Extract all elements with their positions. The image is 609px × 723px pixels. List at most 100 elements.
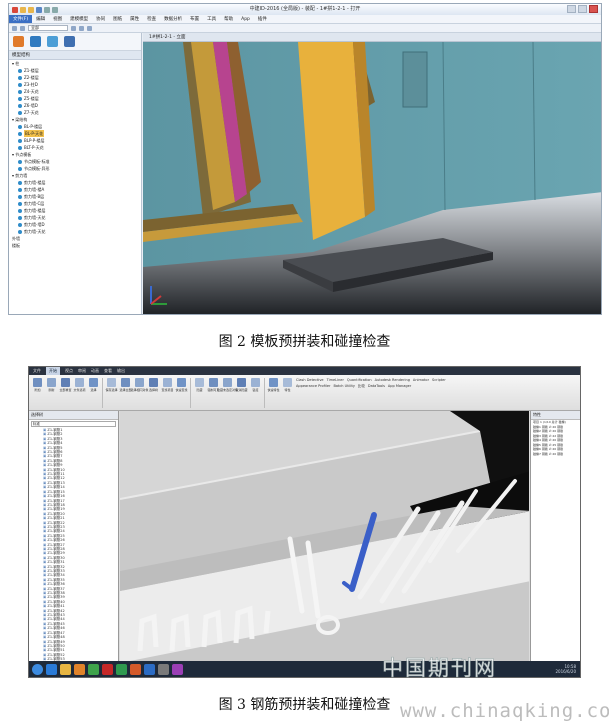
app-icon[interactable]	[172, 663, 183, 675]
ribbon-button[interactable]: 取消隐藏	[236, 378, 248, 392]
anchor-icon[interactable]	[30, 36, 41, 47]
select-icon[interactable]	[12, 25, 17, 31]
tree-item[interactable]: Z3-柱D	[12, 81, 141, 88]
tree-item[interactable]: 剪力墙-天花	[12, 214, 141, 221]
tree-item[interactable]: 外墙	[12, 235, 141, 242]
tree-item[interactable]: Z6-墙D	[12, 102, 141, 109]
tree-item[interactable]: 剪力墙-B层	[12, 193, 141, 200]
tree-item[interactable]: 剪力墙-墙D	[12, 221, 141, 228]
menu-item[interactable]: 布置	[186, 15, 203, 23]
ribbon-tab[interactable]: 文件	[33, 367, 41, 375]
fit-icon[interactable]	[87, 25, 92, 31]
ribbon-tool[interactable]: Clash Detective	[296, 378, 324, 383]
tree-item[interactable]: Z4-天花	[12, 88, 141, 95]
menu-item[interactable]: 检查	[143, 15, 160, 23]
ribbon-button[interactable]: 全部重置	[60, 378, 72, 392]
model-icon[interactable]	[13, 36, 24, 47]
tree-item[interactable]: 节点模板-标准	[12, 158, 141, 165]
ribbon-tool[interactable]: Appearance Profiler	[296, 384, 330, 389]
tree-item[interactable]: 剪力墙-楼A	[12, 186, 141, 193]
ribbon-tool[interactable]: Batch Utility	[333, 384, 354, 389]
tree-item[interactable]: BLT-P-天花	[12, 144, 141, 151]
maximize-button[interactable]	[578, 5, 587, 13]
ribbon-tab[interactable]: 动画	[91, 367, 99, 375]
start-icon[interactable]	[32, 663, 43, 675]
ribbon-button[interactable]: 保存选择	[106, 378, 118, 392]
menu-item[interactable]: 视图	[49, 15, 66, 23]
ribbon-tool[interactable]: App Manager	[388, 384, 411, 389]
ribbon-button[interactable]: 选择树	[148, 378, 159, 392]
tool-icon[interactable]	[158, 663, 169, 675]
ribbon-tool[interactable]: Animator	[413, 378, 429, 383]
folder-icon[interactable]	[60, 663, 71, 675]
ribbon-button[interactable]: 特性	[282, 378, 293, 392]
menu-item[interactable]: 协同	[92, 15, 109, 23]
ribbon-button[interactable]: 刷新	[46, 378, 57, 392]
tree-item[interactable]: 剪力墙-C层	[12, 200, 141, 207]
filter-dropdown[interactable]: 全部	[28, 25, 68, 31]
menu-item[interactable]: 建模模型	[66, 15, 92, 23]
ribbon-tool[interactable]: Scripter	[432, 378, 446, 383]
ribbon-button[interactable]: 查找项目	[162, 378, 174, 392]
rebar-3d-viewport[interactable]	[120, 411, 529, 661]
tree-item[interactable]: BLP-P-楼层	[12, 137, 141, 144]
tree-item[interactable]: Z7-天花	[12, 109, 141, 116]
office-icon[interactable]	[130, 663, 141, 675]
tree-item[interactable]: BL-P-楼层	[12, 123, 141, 130]
ribbon-button[interactable]: 附加	[32, 378, 43, 392]
revit-icon[interactable]	[144, 663, 155, 675]
tree-item[interactable]: ▾ 柱	[12, 60, 141, 67]
tree-item[interactable]: 剪力墙-楼层	[12, 207, 141, 214]
ribbon-button[interactable]: 快速特性	[268, 378, 280, 392]
menu-item[interactable]: 工具	[203, 15, 220, 23]
layers-icon[interactable]	[47, 36, 58, 47]
autocad-icon[interactable]	[102, 663, 113, 675]
menu-item[interactable]: 文件(F)	[9, 15, 33, 23]
ribbon-tab[interactable]: 视点	[65, 367, 73, 375]
rotate-icon[interactable]	[79, 25, 84, 31]
menu-item[interactable]: 数据分析	[160, 15, 186, 23]
tree-item[interactable]: Z5-楼层	[12, 95, 141, 102]
ribbon-tab[interactable]: 开始	[46, 367, 60, 375]
cloud-icon[interactable]	[64, 36, 75, 47]
tree-item[interactable]: ▾ 梁结构	[12, 116, 141, 123]
menu-item[interactable]: 属性	[126, 15, 143, 23]
close-button[interactable]	[589, 5, 598, 13]
menu-item[interactable]: 帮助	[220, 15, 237, 23]
ribbon-button[interactable]: 隐藏未选定对象	[217, 378, 238, 392]
tree-item[interactable]: Z2-楼层	[12, 74, 141, 81]
ribbon-button[interactable]: 链接	[250, 378, 261, 392]
ie-icon[interactable]	[46, 663, 57, 675]
tree-item[interactable]: ▾ 剪力墙	[12, 172, 141, 179]
ribbon-tool[interactable]: DataTools	[368, 384, 385, 389]
menu-item[interactable]: App	[237, 15, 254, 23]
minimize-button[interactable]	[567, 5, 576, 13]
3d-viewport[interactable]	[143, 42, 601, 314]
ribbon-button[interactable]: 选择	[88, 378, 99, 392]
media-icon[interactable]	[74, 663, 85, 675]
ribbon-tool[interactable]: TimeLiner	[327, 378, 344, 383]
selection-tree-filter[interactable]: 标准	[31, 421, 116, 427]
ribbon-button[interactable]: 文件选项	[74, 378, 86, 392]
ribbon-tool[interactable]: Quantification	[347, 378, 372, 383]
ribbon-button[interactable]: 选择相同对象	[131, 378, 149, 392]
menu-item[interactable]: 插件	[254, 15, 271, 23]
tree-item[interactable]: 楼板	[12, 242, 141, 249]
ribbon-tool[interactable]: Autodesk Rendering	[375, 378, 410, 383]
tree-item[interactable]: Z1-楼层	[12, 67, 141, 74]
tree-item[interactable]: ▾ 节点模板	[12, 151, 141, 158]
zoom-icon[interactable]	[71, 25, 76, 31]
tree-item[interactable]: 节点模板-异形	[12, 165, 141, 172]
view-tab[interactable]: 1#拼1-2-1 - 立面	[143, 33, 601, 42]
ribbon-button[interactable]: 选择全部	[120, 378, 132, 392]
ribbon-tab[interactable]: 查看	[104, 367, 112, 375]
ribbon-tool[interactable]: 比较	[358, 384, 365, 389]
tree-item[interactable]: 剪力墙-楼层	[12, 179, 141, 186]
chrome-icon[interactable]	[88, 663, 99, 675]
ribbon-button[interactable]: 快速查找	[176, 378, 188, 392]
menu-item[interactable]: 编辑	[32, 15, 49, 23]
ribbon-button[interactable]: 隐藏	[194, 378, 205, 392]
ribbon-tab[interactable]: 输出	[117, 367, 125, 375]
tree-item[interactable]: BL-P-天花	[12, 130, 141, 137]
tree-item[interactable]: 剪力墙-天花	[12, 228, 141, 235]
